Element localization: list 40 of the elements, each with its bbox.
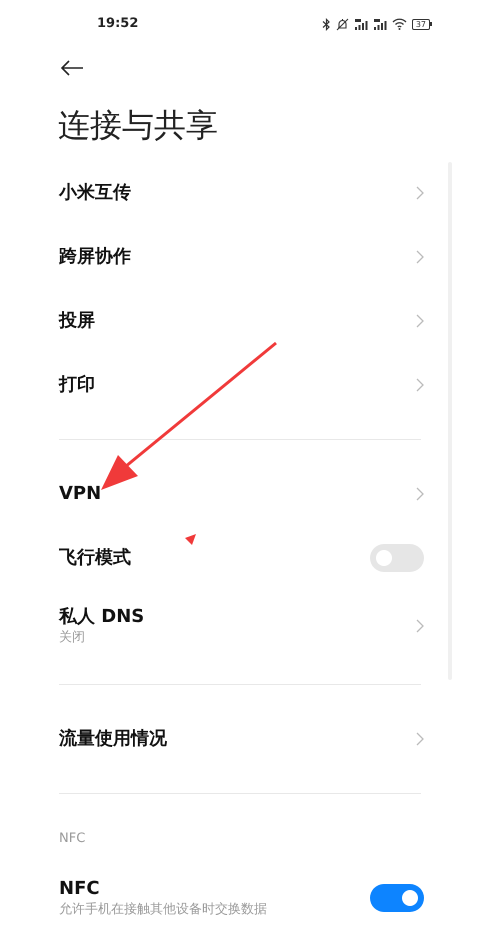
bluetooth-icon	[322, 18, 331, 30]
annotation-mark	[185, 534, 196, 545]
signal-icon	[354, 18, 368, 30]
page-title: 连接与共享	[58, 108, 218, 140]
settings-row[interactable]: NFC 允许手机在接触其他设备时交换数据	[0, 862, 480, 933]
signal-icon	[372, 18, 387, 30]
toggle-switch[interactable]	[370, 544, 424, 572]
row-label: 流量使用情况	[59, 727, 167, 751]
settings-row[interactable]: 私人 DNS 关闭	[0, 590, 480, 662]
row-label: NFC	[59, 877, 101, 901]
chevron-right-icon	[416, 314, 424, 328]
row-label: 打印	[59, 373, 95, 397]
chevron-right-icon	[416, 378, 424, 392]
row-label: 小米互传	[59, 181, 131, 205]
battery-icon: 37	[412, 18, 432, 30]
settings-row[interactable]: 飞行模式	[0, 526, 480, 590]
row-subtitle: 关闭	[59, 629, 86, 647]
chevron-right-icon	[416, 250, 424, 264]
row-label: 投屏	[59, 309, 95, 333]
section-header: NFC	[59, 830, 86, 848]
settings-row[interactable]: VPN	[0, 462, 480, 526]
row-subtitle: 允许手机在接触其他设备时交换数据	[59, 901, 267, 919]
settings-row[interactable]: 小米互传	[0, 161, 480, 225]
settings-row[interactable]: 跨屏协作	[0, 225, 480, 289]
toggle-switch[interactable]	[370, 884, 424, 912]
status-time: 19:52	[97, 15, 138, 34]
row-label: 飞行模式	[59, 546, 131, 570]
chevron-right-icon	[416, 732, 424, 746]
settings-row[interactable]: 投屏	[0, 289, 480, 353]
row-label: 私人 DNS	[59, 605, 144, 629]
row-label: 跨屏协作	[59, 245, 131, 269]
row-label: VPN	[59, 482, 102, 506]
muted-bell-icon	[336, 18, 349, 30]
chevron-right-icon	[416, 186, 424, 200]
back-arrow-icon[interactable]	[60, 60, 84, 76]
wifi-icon	[392, 18, 407, 30]
settings-row[interactable]: 流量使用情况	[0, 707, 480, 771]
chevron-right-icon	[416, 619, 424, 633]
settings-row[interactable]: 打印	[0, 353, 480, 417]
chevron-right-icon	[416, 487, 424, 501]
